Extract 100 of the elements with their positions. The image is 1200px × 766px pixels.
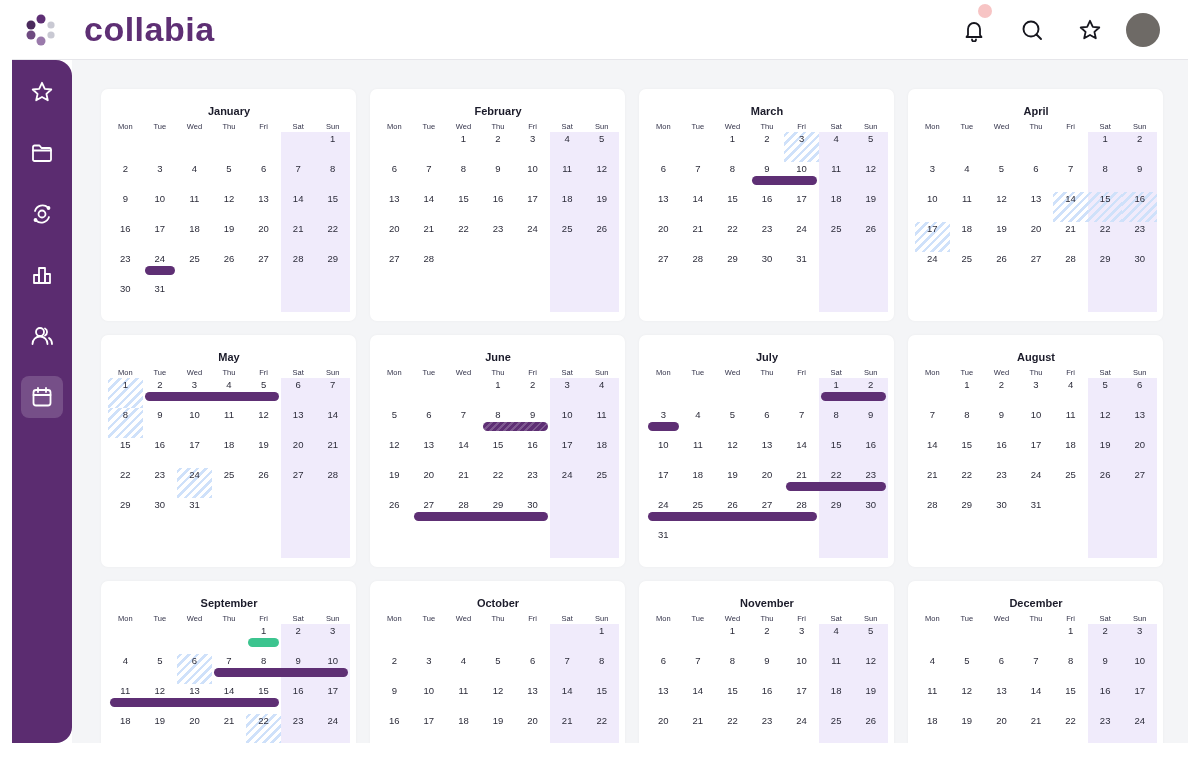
calendar-day[interactable]: 4	[1053, 378, 1088, 408]
calendar-day[interactable]: 17	[646, 468, 681, 498]
calendar-day[interactable]: 23	[280, 714, 316, 743]
calendar-day[interactable]: 30	[984, 498, 1019, 528]
calendar-day[interactable]: 10	[515, 162, 550, 192]
calendar-day[interactable]: 11	[818, 654, 854, 684]
calendar-day[interactable]: 28	[1053, 252, 1088, 282]
calendar-day[interactable]: 26	[853, 714, 888, 743]
calendar-day[interactable]: 13	[377, 192, 412, 222]
calendar-day[interactable]: 14	[411, 192, 447, 222]
calendar-day[interactable]: 16	[480, 192, 516, 222]
calendar-day[interactable]: 11	[818, 162, 854, 192]
calendar-day[interactable]: 26	[853, 222, 888, 252]
calendar-day[interactable]: 10	[784, 654, 819, 684]
sidebar-button[interactable]	[21, 376, 63, 418]
calendar-day[interactable]: 6	[177, 654, 212, 684]
calendar-day[interactable]: 5	[584, 132, 619, 162]
calendar-day[interactable]: 6	[646, 654, 681, 684]
calendar-day[interactable]: 27	[646, 252, 681, 282]
calendar-day[interactable]: 1	[715, 624, 750, 654]
calendar-day[interactable]: 19	[377, 468, 412, 498]
calendar-day[interactable]: 27	[377, 252, 412, 282]
calendar-day[interactable]: 25	[818, 222, 854, 252]
calendar-day[interactable]: 8	[108, 408, 143, 438]
calendar-day[interactable]: 25	[680, 498, 716, 528]
calendar-day[interactable]: 26	[584, 222, 619, 252]
calendar-day[interactable]: 26	[1087, 468, 1123, 498]
calendar-day[interactable]: 18	[446, 714, 481, 743]
calendar-day[interactable]: 8	[446, 162, 481, 192]
calendar-day[interactable]: 23	[1122, 222, 1157, 252]
calendar-day[interactable]: 8	[246, 654, 281, 684]
calendar-day[interactable]: 29	[949, 498, 985, 528]
calendar-day[interactable]: 15	[108, 438, 143, 468]
calendar-day[interactable]: 21	[680, 714, 716, 743]
calendar-day[interactable]: 12	[377, 438, 412, 468]
calendar-day[interactable]: 19	[949, 714, 985, 743]
calendar-day[interactable]: 25	[949, 252, 985, 282]
calendar-day[interactable]: 28	[315, 468, 350, 498]
calendar-day[interactable]: 6	[280, 378, 316, 408]
calendar-day[interactable]: 13	[177, 684, 212, 714]
calendar-day[interactable]: 12	[949, 684, 985, 714]
event-bar[interactable]	[144, 266, 176, 275]
calendar-day[interactable]: 23	[480, 222, 516, 252]
calendar-day[interactable]: 2	[853, 378, 888, 408]
calendar-day[interactable]: 19	[853, 684, 888, 714]
calendar-day[interactable]: 12	[142, 684, 178, 714]
calendar-day[interactable]: 15	[584, 684, 619, 714]
calendar-day[interactable]: 11	[949, 192, 985, 222]
calendar-day[interactable]: 5	[246, 378, 281, 408]
calendar-day[interactable]: 28	[411, 252, 447, 282]
calendar-day[interactable]: 11	[680, 438, 716, 468]
calendar-day[interactable]: 2	[142, 378, 178, 408]
calendar-day[interactable]: 22	[315, 222, 350, 252]
calendar-day[interactable]: 3	[784, 624, 819, 654]
calendar-day[interactable]: 8	[584, 654, 619, 684]
calendar-day[interactable]: 4	[818, 624, 854, 654]
calendar-day[interactable]: 18	[949, 222, 985, 252]
calendar-day[interactable]: 17	[549, 438, 585, 468]
calendar-day[interactable]: 13	[280, 408, 316, 438]
calendar-day[interactable]: 5	[1087, 378, 1123, 408]
calendar-day[interactable]: 1	[108, 378, 143, 408]
calendar-day[interactable]: 30	[853, 498, 888, 528]
calendar-day[interactable]: 26	[715, 498, 750, 528]
calendar-day[interactable]: 17	[1018, 438, 1054, 468]
calendar-day[interactable]: 10	[177, 408, 212, 438]
calendar-day[interactable]: 24	[177, 468, 212, 498]
calendar-day[interactable]: 21	[784, 468, 819, 498]
calendar-day[interactable]: 14	[680, 684, 716, 714]
calendar-day[interactable]: 20	[377, 222, 412, 252]
calendar-day[interactable]: 5	[984, 162, 1019, 192]
calendar-day[interactable]: 23	[1087, 714, 1123, 743]
calendar-day[interactable]: 10	[549, 408, 585, 438]
calendar-day[interactable]: 9	[280, 654, 316, 684]
calendar-day[interactable]: 11	[584, 408, 619, 438]
calendar-day[interactable]: 3	[646, 408, 681, 438]
calendar-day[interactable]: 10	[315, 654, 350, 684]
calendar-day[interactable]: 21	[915, 468, 950, 498]
calendar-day[interactable]: 24	[915, 252, 950, 282]
calendar-day[interactable]: 24	[784, 714, 819, 743]
calendar-day[interactable]: 3	[411, 654, 447, 684]
calendar-day[interactable]: 9	[515, 408, 550, 438]
calendar-day[interactable]: 18	[818, 192, 854, 222]
calendar-day[interactable]: 17	[177, 438, 212, 468]
calendar-day[interactable]: 16	[1087, 684, 1123, 714]
calendar-day[interactable]: 28	[280, 252, 316, 282]
calendar-day[interactable]: 25	[1053, 468, 1088, 498]
calendar-day[interactable]: 16	[377, 714, 412, 743]
calendar-day[interactable]: 1	[315, 132, 350, 162]
calendar-day[interactable]: 7	[411, 162, 447, 192]
calendar-day[interactable]: 18	[177, 222, 212, 252]
calendar-day[interactable]: 28	[446, 498, 481, 528]
calendar-day[interactable]: 8	[315, 162, 350, 192]
calendar-day[interactable]: 19	[211, 222, 247, 252]
calendar-day[interactable]: 15	[446, 192, 481, 222]
calendar-day[interactable]: 14	[784, 438, 819, 468]
calendar-day[interactable]: 14	[915, 438, 950, 468]
calendar-day[interactable]: 20	[280, 438, 316, 468]
calendar-day[interactable]: 31	[142, 282, 178, 312]
calendar-day[interactable]: 13	[246, 192, 281, 222]
calendar-day[interactable]: 21	[549, 714, 585, 743]
